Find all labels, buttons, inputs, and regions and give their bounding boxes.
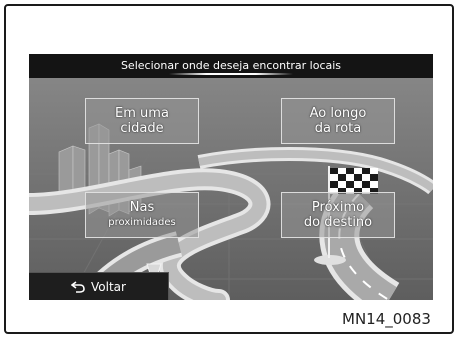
option-in-a-city-button[interactable]: Em uma cidade xyxy=(85,98,199,144)
option-along-route-line2: da rota xyxy=(314,121,362,136)
option-along-route-button[interactable]: Ao longo da rota xyxy=(281,98,395,144)
option-in-a-city-line2: cidade xyxy=(120,121,164,136)
option-near-destination-button[interactable]: Próximo do destino xyxy=(281,192,395,238)
option-nearby-line2: proximidades xyxy=(108,217,176,228)
option-nearby-line1: Nas xyxy=(129,200,155,215)
option-near-destination-line1: Próximo xyxy=(311,200,365,215)
navigation-screen: Selecionar onde deseja encontrar locais … xyxy=(29,54,433,300)
figure-code: MN14_0083 xyxy=(342,310,431,328)
map-scene-illustration xyxy=(29,54,433,300)
screen-title: Selecionar onde deseja encontrar locais xyxy=(120,59,342,72)
back-button-label: Voltar xyxy=(91,280,126,294)
option-along-route-line1: Ao longo xyxy=(309,106,367,121)
option-in-a-city-line1: Em uma xyxy=(115,106,169,121)
screen-title-bar: Selecionar onde deseja encontrar locais xyxy=(29,54,433,78)
option-nearby-button[interactable]: Nas proximidades xyxy=(85,192,199,238)
option-near-destination-line2: do destino xyxy=(303,215,373,230)
title-underline xyxy=(169,73,293,75)
back-button[interactable]: Voltar xyxy=(29,272,169,300)
return-arrow-icon xyxy=(71,281,85,293)
